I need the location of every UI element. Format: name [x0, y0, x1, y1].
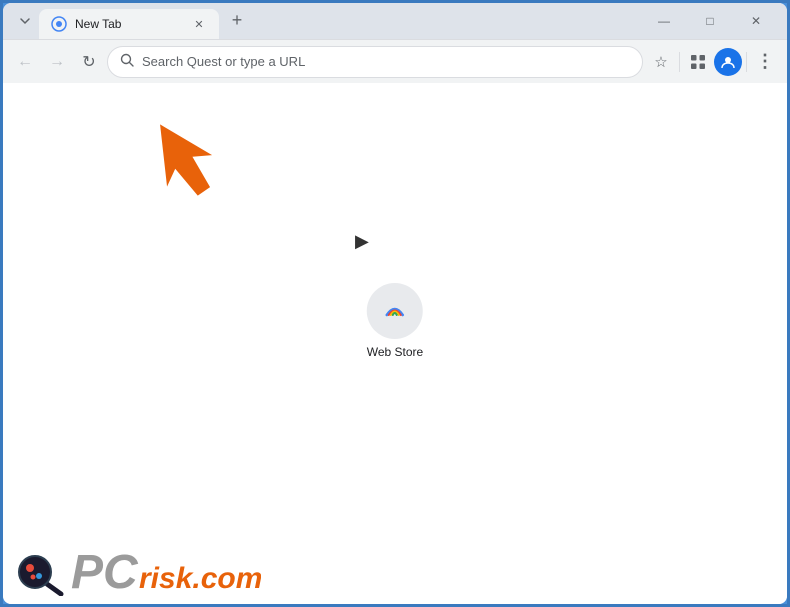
address-bar[interactable]: Search Quest or type a URL	[107, 46, 643, 78]
menu-button[interactable]: ⋮	[751, 48, 779, 76]
mouse-cursor: ▶	[355, 231, 369, 252]
search-icon	[120, 53, 134, 70]
web-store-label: Web Store	[367, 345, 423, 359]
refresh-button[interactable]: ↻	[75, 48, 103, 76]
tab-title: New Tab	[75, 17, 183, 31]
close-button[interactable]: ✕	[733, 7, 779, 35]
maximize-button[interactable]: □	[687, 7, 733, 35]
address-placeholder: Search Quest or type a URL	[142, 54, 630, 69]
page-content: ▶ Web Store	[3, 83, 787, 604]
arrow-annotation	[158, 103, 258, 203]
forward-button[interactable]: →	[43, 48, 71, 76]
profile-button[interactable]	[714, 48, 742, 76]
tab-favicon	[51, 16, 67, 32]
active-tab[interactable]: New Tab ✕	[39, 9, 219, 39]
browser-window: New Tab ✕ + — □ ✕ ← → ↻ Search Quest or …	[3, 3, 787, 604]
window-controls: — □ ✕	[641, 7, 779, 35]
web-store-shortcut[interactable]: Web Store	[367, 283, 423, 359]
title-bar: New Tab ✕ + — □ ✕	[3, 3, 787, 39]
bookmark-button[interactable]: ☆	[647, 48, 675, 76]
watermark: PC risk.com	[3, 536, 271, 604]
pcrisk-logo: PC risk.com	[13, 544, 261, 596]
svg-text:risk.com: risk.com	[139, 562, 261, 595]
minimize-button[interactable]: —	[641, 7, 687, 35]
toolbar-divider2	[746, 52, 747, 72]
toolbar-divider	[679, 52, 680, 72]
tab-close-button[interactable]: ✕	[191, 16, 207, 32]
tab-group-dropdown[interactable]	[11, 7, 39, 35]
toolbar-actions: ☆ ⋮	[647, 48, 779, 76]
toolbar: ← → ↻ Search Quest or type a URL ☆	[3, 39, 787, 83]
back-button[interactable]: ←	[11, 48, 39, 76]
new-tab-button[interactable]: +	[223, 6, 251, 34]
web-store-icon	[367, 283, 423, 339]
svg-text:PC: PC	[71, 546, 139, 596]
extensions-button[interactable]	[684, 48, 712, 76]
